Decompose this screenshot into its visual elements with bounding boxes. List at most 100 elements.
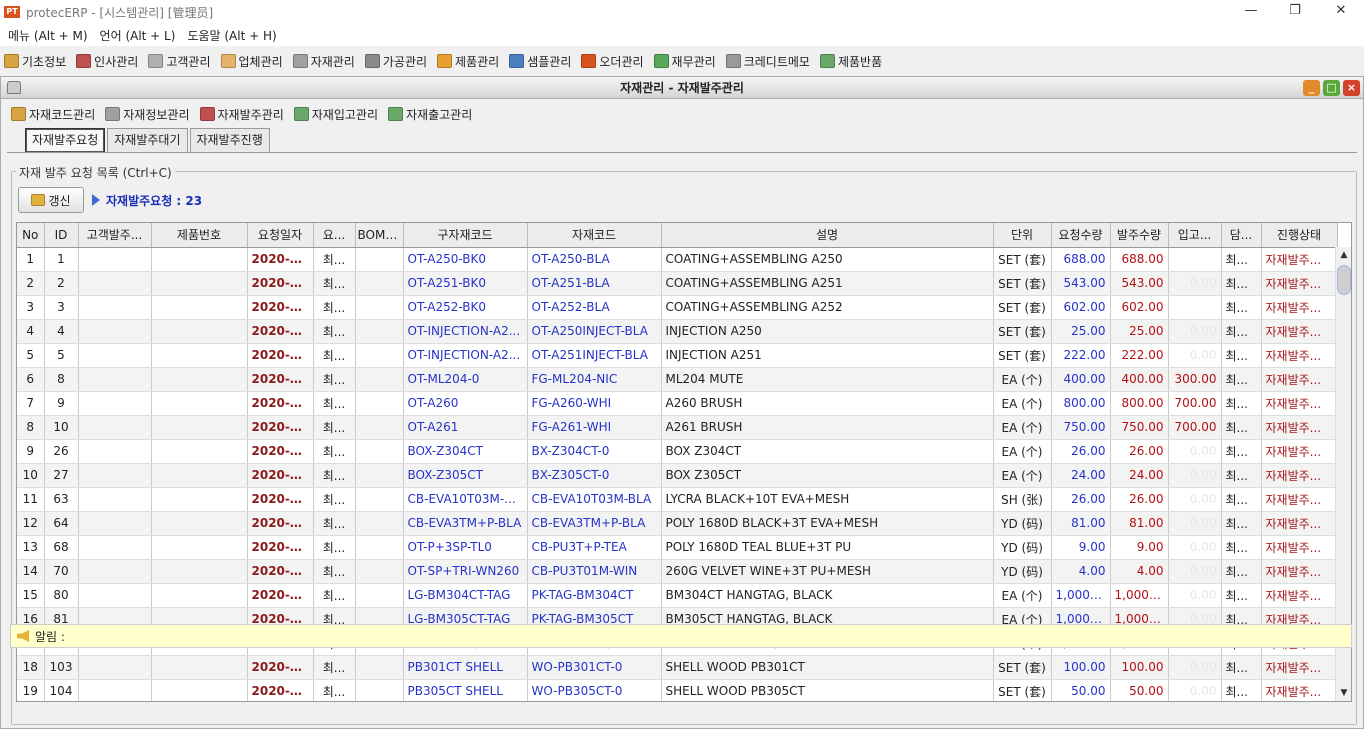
column-header[interactable]: 제품번호: [151, 223, 248, 248]
table-cell: [78, 391, 152, 416]
table-header: No ID 고객발주... 제품번호 요청일자 요... BOM ... 구자재코드 자재코드 설…: [17, 223, 1338, 248]
toolbar-item-3[interactable]: 업체관리: [220, 53, 283, 70]
toolbar-item-2[interactable]: 고객관리: [148, 53, 211, 70]
table-row[interactable]: 14702020-10...최...OT-SP+TRI-WN260CB-PU3T…: [17, 559, 1338, 584]
toolbar-item-0[interactable]: 기초정보: [4, 53, 66, 70]
table-cell: CB-PU3T+P-TEA: [527, 535, 662, 560]
toolbar-item-label: 오더관리: [599, 54, 644, 69]
table-row[interactable]: 191042020-10...최...PB305CT SHELLWO-PB305…: [17, 679, 1338, 701]
table-row[interactable]: 15802020-10...최...LG-BM304CT-TAGPK-TAG-B…: [17, 583, 1338, 608]
toolbar-item-8[interactable]: 오더관리: [581, 53, 644, 70]
table-cell: 12: [17, 511, 45, 536]
tab-strip: 자재발주요청 자재발주대기 자재발주진행: [7, 127, 1357, 153]
table-row[interactable]: 9262020-10...최...BOX-Z304CTBX-Z304CT-0BO…: [17, 439, 1338, 464]
menu-language[interactable]: 언어 (Alt + L): [100, 27, 176, 44]
column-header[interactable]: 담...: [1221, 223, 1262, 248]
tab-order-waiting[interactable]: 자재발주대기: [107, 128, 188, 152]
close-button[interactable]: ✕: [1318, 0, 1364, 24]
table-cell: 자재발주...: [1261, 367, 1338, 392]
column-header[interactable]: 발주수량: [1110, 223, 1169, 248]
scroll-up-icon[interactable]: ▲: [1336, 247, 1351, 263]
table-row[interactable]: 222020-10...최...OT-A251-BK0OT-A251-BLACO…: [17, 271, 1338, 296]
toolbar-item-10[interactable]: 크레디트메모: [725, 53, 810, 70]
table-cell: [355, 679, 404, 701]
table-row[interactable]: 10272020-10...최...BOX-Z305CTBX-Z305CT-0B…: [17, 463, 1338, 488]
table-row[interactable]: 12642020-10...최...CB-EVA3TM+P-BLACB-EVA3…: [17, 511, 1338, 536]
subtoolbar-item-1[interactable]: 자재정보관리: [105, 106, 190, 123]
toolbar-item-1[interactable]: 인사관리: [76, 53, 138, 70]
column-header[interactable]: ID: [44, 223, 79, 248]
toolbar-item-4[interactable]: 자재관리: [292, 53, 355, 70]
table-row[interactable]: 552020-10...최...OT-INJECTION-A2...OT-A25…: [17, 343, 1338, 368]
table-row[interactable]: 112020-10...최...OT-A250-BK0OT-A250-BLACO…: [17, 247, 1338, 272]
table-cell: SH (张): [993, 487, 1052, 512]
alert-label: 알림 :: [35, 629, 65, 644]
inner-close-button[interactable]: ×: [1343, 80, 1360, 96]
toolbar-item-5[interactable]: 가공관리: [364, 53, 427, 70]
table-row[interactable]: 181032020-10...최...PB301CT SHELLWO-PB301…: [17, 655, 1338, 680]
refresh-button[interactable]: 갱신: [18, 187, 84, 213]
table-cell: EA (个): [993, 463, 1052, 488]
column-header[interactable]: 요...: [313, 223, 356, 248]
inner-maximize-button[interactable]: □: [1323, 80, 1340, 96]
table-cell: 최...: [313, 535, 356, 560]
column-header[interactable]: 요청일자: [247, 223, 314, 248]
alert-bar: 알림 :: [10, 624, 1352, 648]
table-row[interactable]: 792020-10...최...OT-A260FG-A260-WHIA260 B…: [17, 391, 1338, 416]
inner-minimize-button[interactable]: _: [1303, 80, 1320, 96]
minimize-button[interactable]: —: [1228, 0, 1274, 24]
scroll-thumb[interactable]: [1337, 265, 1351, 295]
column-header[interactable]: 요청수량: [1051, 223, 1111, 248]
scroll-down-icon[interactable]: ▼: [1336, 685, 1351, 701]
table-cell: 260G VELVET WINE+3T PU+MESH: [661, 559, 994, 584]
table-cell: 최...: [1221, 391, 1262, 416]
toolbar-item-label: 크레디트메모: [743, 54, 810, 69]
table-row[interactable]: 11632020-10...최...CB-EVA10T03M-BLACB-EVA…: [17, 487, 1338, 512]
toolbar-item-7[interactable]: 샘플관리: [509, 53, 571, 70]
tab-order-request[interactable]: 자재발주요청: [25, 128, 106, 152]
toolbar-item-6[interactable]: 제품관리: [437, 53, 499, 70]
table-cell: [151, 535, 248, 560]
maximize-button[interactable]: ❐: [1272, 0, 1318, 24]
toolbar-item-11[interactable]: 제품반품: [819, 53, 882, 70]
tab-order-progress[interactable]: 자재발주진행: [189, 128, 270, 152]
table-row[interactable]: 682020-10...최...OT-ML204-0FG-ML204-NICML…: [17, 367, 1338, 392]
table-cell: 최...: [1221, 535, 1262, 560]
subtoolbar-item-0[interactable]: 자재코드관리: [11, 106, 95, 123]
table-cell: [355, 247, 404, 272]
toolbar-item-9[interactable]: 재무관리: [653, 53, 716, 70]
toolbar-item-label: 재무관리: [671, 54, 716, 69]
column-header[interactable]: 자재코드: [527, 223, 662, 248]
table-cell: 0.00: [1168, 319, 1222, 344]
subtoolbar-item-4[interactable]: 자재출고관리: [388, 106, 472, 123]
table-cell: [355, 439, 404, 464]
table-cell: PK-TAG-BM304CT: [527, 583, 662, 608]
subtoolbar-item-3[interactable]: 자재입고관리: [293, 106, 378, 123]
menu-help[interactable]: 도움말 (Alt + H): [187, 27, 276, 44]
table-row[interactable]: 442020-10...최...OT-INJECTION-A2...OT-A25…: [17, 319, 1338, 344]
app-logo-icon: PT: [4, 6, 20, 18]
column-header[interactable]: 단위: [993, 223, 1052, 248]
table-row[interactable]: 8102020-10...최...OT-A261FG-A261-WHIA261 …: [17, 415, 1338, 440]
column-header[interactable]: 구자재코드: [403, 223, 528, 248]
table-cell: OT-A250-BLA: [527, 247, 662, 272]
table-cell: BX-Z305CT-0: [527, 463, 662, 488]
table-cell: [355, 415, 404, 440]
table-row[interactable]: 13682020-10...최...OT-P+3SP-TL0CB-PU3T+P-…: [17, 535, 1338, 560]
menu-main[interactable]: 메뉴 (Alt + M): [8, 27, 88, 44]
table-row[interactable]: 332020-10...최...OT-A252-BK0OT-A252-BLACO…: [17, 295, 1338, 320]
table-cell: OT-SP+TRI-WN260: [403, 559, 528, 584]
table-cell: 1,000.00: [1051, 583, 1111, 608]
column-header[interactable]: No: [17, 223, 45, 248]
column-header[interactable]: 고객발주...: [78, 223, 152, 248]
column-header[interactable]: BOM ...: [355, 223, 404, 248]
table-cell: 0.00: [1168, 559, 1222, 584]
column-header[interactable]: 입고...: [1168, 223, 1222, 248]
subtoolbar-item-2[interactable]: 자재발주관리: [199, 106, 284, 123]
column-header[interactable]: 설명: [661, 223, 994, 248]
table-cell: [355, 271, 404, 296]
table-cell: 자재발주...: [1261, 391, 1338, 416]
table-cell: POLY 1680D TEAL BLUE+3T PU: [661, 535, 994, 560]
people-icon: [76, 54, 92, 68]
column-header[interactable]: 진행상태: [1261, 223, 1338, 248]
